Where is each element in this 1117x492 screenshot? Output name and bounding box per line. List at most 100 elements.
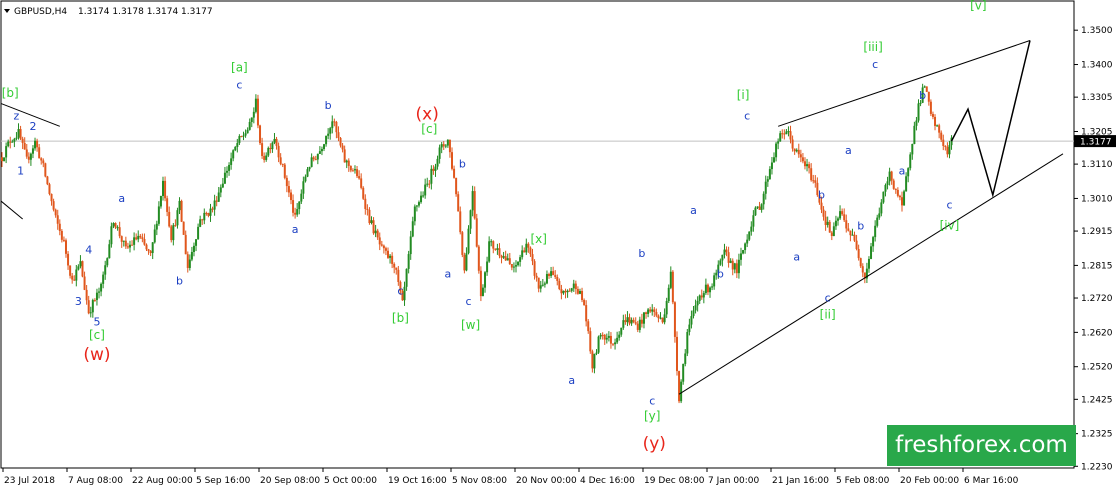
- candle-body: [411, 221, 414, 237]
- candle-body: [353, 169, 356, 171]
- candle-body: [756, 206, 759, 208]
- candle-body: [442, 144, 445, 147]
- candle-body: [659, 317, 662, 319]
- candle-body: [343, 149, 346, 163]
- candle-body: [661, 317, 664, 323]
- candle-body: [155, 223, 158, 230]
- candle-body: [535, 275, 538, 278]
- candle-body: [781, 133, 784, 135]
- candle-body: [349, 165, 352, 171]
- candle-body: [444, 145, 447, 147]
- candle-body: [696, 300, 699, 306]
- candle-body: [170, 226, 173, 241]
- candle-body: [277, 145, 280, 158]
- x-tick-label: 22 Aug 00:00: [132, 476, 193, 486]
- candle-body: [849, 230, 852, 236]
- candle-body: [785, 131, 788, 135]
- candle-body: [876, 217, 879, 226]
- candle-body: [684, 353, 687, 364]
- candle-body: [178, 200, 181, 211]
- candle-body: [287, 186, 290, 193]
- candle-body: [120, 236, 123, 242]
- candle-body: [808, 164, 811, 169]
- candle-body: [820, 202, 823, 210]
- candle-body: [917, 103, 920, 121]
- candle-body: [845, 220, 848, 229]
- candle-body: [283, 164, 286, 178]
- candle-body: [335, 121, 338, 133]
- candle-body: [331, 121, 334, 129]
- candle-body: [292, 200, 295, 213]
- candle-body: [263, 155, 266, 160]
- candle-body: [473, 191, 476, 219]
- candle-body: [690, 316, 693, 325]
- candle-body: [203, 212, 206, 221]
- candle-body: [256, 98, 259, 126]
- candle-body: [424, 184, 427, 196]
- wave-label: c: [825, 291, 831, 304]
- candle-body: [228, 164, 231, 171]
- candle-body: [31, 148, 34, 154]
- candle-body: [923, 86, 926, 88]
- wave-label: c: [397, 285, 403, 298]
- candle-body: [128, 244, 131, 248]
- candle-body: [153, 229, 156, 243]
- candle-body: [934, 116, 937, 126]
- candle-body: [137, 235, 140, 240]
- y-tick-label: 1.2325: [1081, 430, 1113, 440]
- candle-body: [519, 257, 522, 262]
- candle-body: [48, 184, 51, 194]
- candle-body: [44, 163, 47, 177]
- candle-body: [261, 143, 264, 156]
- candle-body: [366, 208, 369, 210]
- candle-body: [95, 292, 98, 301]
- candle-body: [64, 240, 67, 254]
- wave-label: z: [14, 109, 20, 122]
- candle-body: [477, 246, 480, 271]
- candle-body: [197, 226, 200, 240]
- wave-label: a: [292, 223, 299, 236]
- candle-body: [345, 160, 348, 163]
- candle-body: [459, 211, 462, 233]
- wave-label: 1: [17, 164, 24, 177]
- y-tick-label: 1.2520: [1081, 363, 1113, 373]
- candle-body: [892, 180, 895, 189]
- y-tick-label: 1.3305: [1081, 93, 1113, 103]
- candle-body: [5, 146, 8, 158]
- candle-body: [9, 141, 12, 143]
- candle-body: [124, 240, 127, 247]
- candle-body: [624, 320, 627, 323]
- candle-body: [898, 195, 901, 198]
- candle-body: [438, 147, 441, 159]
- y-tick-label: 1.3500: [1081, 26, 1113, 36]
- candle-body: [500, 255, 503, 258]
- candle-body: [591, 351, 594, 369]
- candle-body: [356, 169, 359, 177]
- candle-body: [927, 91, 930, 102]
- candle-body: [698, 295, 701, 301]
- candle-body: [52, 201, 55, 210]
- candle-body: [496, 248, 499, 250]
- candle-body: [391, 255, 394, 264]
- x-tick-label: 5 Nov 08:00: [452, 476, 507, 486]
- candle-body: [704, 284, 707, 294]
- candle-body: [116, 227, 119, 229]
- candle-body: [486, 261, 489, 273]
- wave-label: c: [649, 394, 655, 407]
- candle-body: [667, 287, 670, 302]
- candle-body: [1, 157, 3, 162]
- candle-body: [574, 283, 577, 290]
- candle-body: [942, 139, 945, 146]
- candle-body: [201, 219, 204, 221]
- candle-body: [839, 211, 842, 219]
- price-tag-label: 1.3177: [1080, 138, 1112, 148]
- candle-body: [333, 121, 336, 123]
- candle-body: [729, 260, 732, 263]
- candle-body: [195, 239, 198, 246]
- candle-body: [56, 215, 59, 224]
- candle-body: [607, 335, 610, 338]
- candle-body: [267, 147, 270, 156]
- candle-body: [525, 243, 528, 253]
- candle-body: [634, 322, 637, 324]
- candle-body: [867, 258, 870, 269]
